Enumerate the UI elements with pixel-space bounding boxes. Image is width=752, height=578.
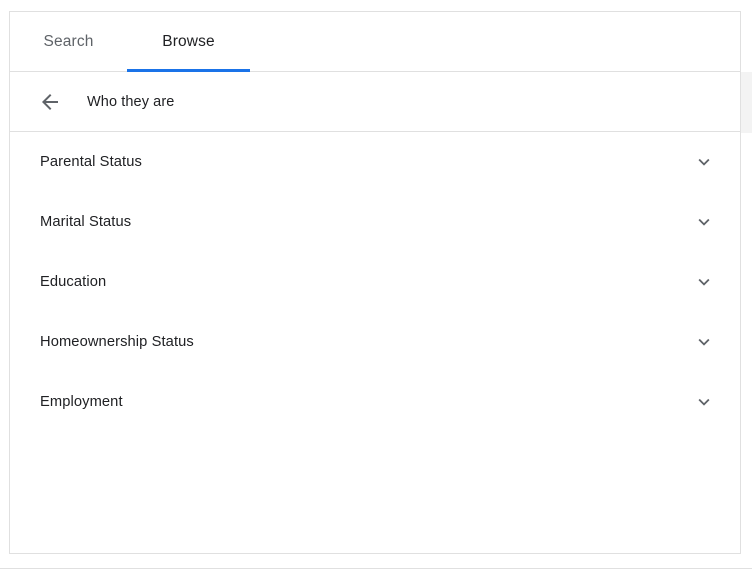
page-bottom-divider — [0, 568, 752, 569]
chevron-down-icon[interactable] — [692, 150, 716, 174]
tab-browse-label: Browse — [162, 32, 215, 50]
chevron-down-icon[interactable] — [692, 270, 716, 294]
list-item-label: Employment — [40, 394, 123, 410]
list-item-label: Parental Status — [40, 154, 142, 170]
scrollbar-thumb[interactable] — [741, 72, 752, 133]
category-list: Parental Status Marital Status Education — [10, 132, 740, 432]
list-item[interactable]: Education — [10, 252, 740, 312]
chevron-down-icon[interactable] — [692, 330, 716, 354]
list-item[interactable]: Homeownership Status — [10, 312, 740, 372]
list-item-label: Marital Status — [40, 214, 132, 230]
list-item-label: Education — [40, 274, 107, 290]
tab-bar: Search Browse — [10, 12, 740, 72]
tab-search-label: Search — [43, 32, 94, 50]
list-item[interactable]: Employment — [10, 372, 740, 432]
list-item-label: Homeownership Status — [40, 334, 194, 350]
chevron-down-icon[interactable] — [692, 390, 716, 414]
browse-panel: Search Browse Who they are Parental Stat… — [9, 11, 741, 554]
list-item[interactable]: Parental Status — [10, 132, 740, 192]
back-button[interactable] — [35, 87, 65, 117]
tab-browse[interactable]: Browse — [127, 12, 250, 72]
subheader: Who they are — [10, 72, 740, 132]
subheader-title: Who they are — [87, 93, 175, 110]
tab-search[interactable]: Search — [10, 12, 127, 71]
list-item[interactable]: Marital Status — [10, 192, 740, 252]
arrow-left-icon — [38, 90, 62, 114]
chevron-down-icon[interactable] — [692, 210, 716, 234]
